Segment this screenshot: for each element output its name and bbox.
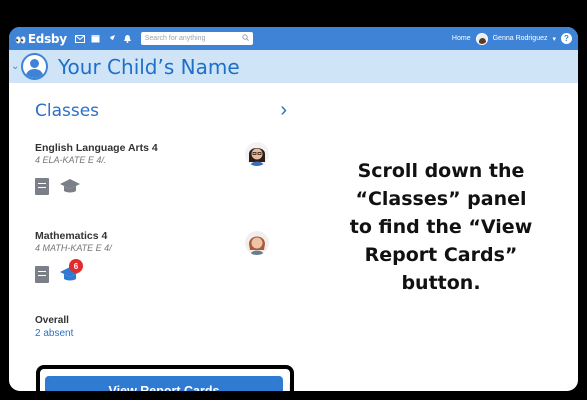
user-avatar[interactable] [475, 32, 488, 45]
overall-attendance: Overall 2 absent [35, 315, 73, 339]
chevron-down-icon[interactable]: ⌄ [11, 61, 21, 72]
graduation-cap-icon[interactable] [59, 177, 81, 195]
teacher-avatar[interactable] [245, 142, 269, 166]
course-code: 4 ELA-KATE E 4/. [35, 155, 107, 165]
screenshot-frame: 👀 Edsby Search for anything Home Genna Ro… [6, 24, 581, 394]
user-name[interactable]: Genna Rodriguez [493, 35, 548, 42]
search-input[interactable]: Search for anything [140, 32, 253, 45]
edsby-logo[interactable]: 👀 Edsby [15, 32, 67, 46]
classes-panel: Classes › English Language Arts 4 4 ELA-… [17, 83, 295, 391]
instruction-text: Scroll down the “Classes” panel to find … [298, 157, 578, 297]
search-icon [242, 34, 249, 43]
course-code: 4 MATH-KATE E 4/ [35, 243, 112, 253]
course-icons [35, 177, 275, 195]
classes-panel-header: Classes › [35, 99, 295, 122]
home-link[interactable]: Home [452, 35, 471, 42]
overall-label: Overall [35, 315, 69, 326]
child-selector-bar[interactable]: ⌄ Your Child’s Name [9, 50, 578, 83]
top-navigation-bar: 👀 Edsby Search for anything Home Genna Ro… [9, 27, 578, 50]
user-menu-caret[interactable]: ▾ [552, 35, 556, 43]
user-area: Home Genna Rodriguez ▾ ? [452, 32, 572, 45]
instruction-line: Report Cards” [364, 244, 518, 266]
notification-badge: 6 [69, 259, 83, 273]
search-placeholder: Search for anything [144, 35, 206, 42]
course-icons: 6 [35, 259, 275, 283]
course-item[interactable]: Mathematics 4 4 MATH-KATE E 4/ 6 [35, 230, 275, 283]
instruction-line: button. [401, 272, 481, 294]
eyes-logo-icon: 👀 [15, 35, 26, 46]
instruction-line: to find the “View [349, 216, 533, 238]
classes-title[interactable]: Classes [35, 101, 99, 121]
document-icon[interactable] [35, 265, 49, 283]
document-icon[interactable] [35, 177, 49, 195]
help-icon[interactable]: ? [561, 33, 572, 44]
rocket-icon[interactable] [107, 34, 117, 44]
calendar-icon[interactable] [91, 34, 101, 44]
child-name: Your Child’s Name [58, 54, 240, 79]
overall-absent-link[interactable]: 2 absent [35, 328, 73, 339]
course-item[interactable]: English Language Arts 4 4 ELA-KATE E 4/. [35, 142, 275, 195]
instruction-line: “Classes” panel [355, 188, 527, 210]
course-name[interactable]: English Language Arts 4 [35, 142, 275, 154]
view-report-cards-button[interactable]: View Report Cards [45, 376, 283, 391]
course-name[interactable]: Mathematics 4 [35, 230, 275, 242]
child-avatar-icon [21, 53, 48, 80]
graduation-cap-icon[interactable]: 6 [59, 259, 83, 283]
chevron-right-icon[interactable]: › [280, 99, 287, 122]
instruction-line: Scroll down the [357, 160, 525, 182]
logo-text: Edsby [27, 31, 67, 46]
mail-icon[interactable] [74, 34, 85, 44]
bell-icon[interactable] [123, 34, 133, 44]
teacher-avatar[interactable] [245, 231, 269, 255]
